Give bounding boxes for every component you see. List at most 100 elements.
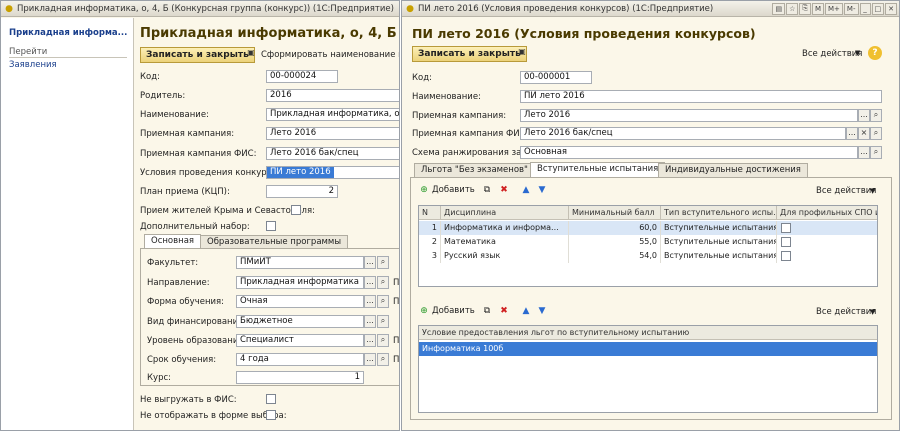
tab-main[interactable]: Основная — [144, 234, 202, 249]
close-button[interactable]: ✕ — [885, 2, 897, 15]
nav-header[interactable]: Прикладная информа... — [9, 28, 127, 38]
r-ranking-open-icon[interactable]: ⌕ — [870, 146, 882, 159]
r-campaign-fis-field[interactable]: Лето 2016 бак/спец — [520, 127, 846, 140]
grid1-all-actions-menu[interactable]: Все действия — [816, 186, 876, 196]
row-discipline: Информатика и информа... — [441, 221, 569, 235]
tab-no-exams[interactable]: Льгота "Без экзаменов" — [414, 163, 535, 177]
campaign-field[interactable]: Лето 2016 — [266, 127, 399, 140]
grid2-down-icon[interactable]: ▼ — [537, 306, 547, 316]
r-campaign-fis-clear-icon[interactable]: × — [858, 127, 870, 140]
grid1-col-discipline[interactable]: Дисциплина — [441, 206, 569, 220]
table-row[interactable]: 3 Русский язык 54,0 Вступительные испыта… — [419, 249, 877, 263]
level-select-button[interactable]: ... — [364, 334, 376, 347]
left-save-icon[interactable]: ▣ — [245, 48, 257, 61]
grid2-add-button[interactable]: ⊕ Добавить — [419, 306, 475, 316]
level-field[interactable]: Специалист — [236, 334, 364, 347]
grid1-down-icon[interactable]: ▼ — [537, 185, 547, 195]
right-save-close-button[interactable]: Записать и закрыть — [412, 46, 527, 62]
crimea-checkbox[interactable] — [291, 205, 301, 215]
r-campaign-field[interactable]: Лето 2016 — [520, 109, 858, 122]
duration-open-icon[interactable]: ⌕ — [377, 353, 389, 366]
right-save-icon[interactable]: ▣ — [516, 47, 528, 60]
faculty-select-button[interactable]: ... — [364, 256, 376, 269]
grid1-entrance-tests[interactable]: N Дисциплина Минимальный балл Тип вступи… — [418, 205, 878, 287]
study-form-select-button[interactable]: ... — [364, 295, 376, 308]
row-profile-checkbox[interactable] — [781, 237, 791, 247]
level-open-icon[interactable]: ⌕ — [377, 334, 389, 347]
study-form-open-icon[interactable]: ⌕ — [377, 295, 389, 308]
row-n: 3 — [419, 249, 441, 263]
r-campaign-fis-select-button[interactable]: ... — [846, 127, 858, 140]
table-row[interactable]: 2 Математика 55,0 Вступительные испытани… — [419, 235, 877, 249]
memory-minus-button[interactable]: M- — [843, 2, 859, 15]
list-item[interactable]: Информатика 100б — [419, 342, 877, 356]
left-titlebar[interactable]: ● Прикладная информатика, о, 4, Б (Конку… — [1, 1, 399, 17]
grid1-col-profile[interactable]: Для профильных СПО и ВО — [777, 206, 877, 220]
study-form-field[interactable]: Очная — [236, 295, 364, 308]
direction-select-button[interactable]: ... — [364, 276, 376, 289]
funding-open-icon[interactable]: ⌕ — [377, 315, 389, 328]
funding-field[interactable]: Бюджетное — [236, 315, 364, 328]
grid2-copy-icon[interactable]: ⧉ — [482, 306, 492, 316]
grid1-col-type[interactable]: Тип вступительного испы... — [661, 206, 777, 220]
r-ranking-field[interactable]: Основная — [520, 146, 858, 159]
r-code-field[interactable]: 00-000001 — [520, 71, 592, 84]
parent-field[interactable]: 2016 — [266, 89, 399, 102]
r-campaign-open-icon[interactable]: ⌕ — [870, 109, 882, 122]
window-icon-3[interactable]: ⎘ — [799, 2, 811, 15]
r-campaign-select-button[interactable]: ... — [858, 109, 870, 122]
form-name-link[interactable]: Сформировать наименование по ш — [261, 50, 399, 60]
tab-individual-achievements[interactable]: Индивидуальные достижения — [658, 163, 808, 177]
help-button[interactable]: ? — [868, 46, 882, 60]
course-field[interactable]: 1 — [236, 371, 364, 384]
grid2-all-actions-menu[interactable]: Все действия — [816, 307, 876, 317]
right-titlebar[interactable]: ● ПИ лето 2016 (Условия проведения конку… — [402, 1, 899, 17]
faculty-field[interactable]: ПМиИТ — [236, 256, 364, 269]
name-label: Наименование: — [140, 110, 209, 120]
tab-entrance-tests[interactable]: Вступительные испытания — [530, 162, 666, 177]
memory-plus-button[interactable]: M+ — [825, 2, 843, 15]
nav-item-applications[interactable]: Заявления — [9, 60, 57, 70]
grid1-col-n[interactable]: N — [419, 206, 441, 220]
maximize-button[interactable]: □ — [871, 2, 885, 15]
grid1-add-button[interactable]: ⊕ Добавить — [419, 185, 475, 195]
no-fis-checkbox[interactable] — [266, 394, 276, 404]
window-icon-1[interactable]: ▤ — [772, 2, 786, 15]
tab-programs[interactable]: Образовательные программы — [200, 235, 349, 249]
funding-select-button[interactable]: ... — [364, 315, 376, 328]
campaign-fis-field[interactable]: Лето 2016 бак/спец — [266, 147, 399, 160]
grid2-delete-icon[interactable]: ✖ — [499, 306, 509, 316]
left-save-close-button[interactable]: Записать и закрыть — [140, 47, 255, 63]
grid1-delete-icon[interactable]: ✖ — [499, 185, 509, 195]
memory-button[interactable]: M — [811, 2, 825, 15]
r-campaign-fis-open-icon[interactable]: ⌕ — [870, 127, 882, 140]
code-field[interactable]: 00-000024 — [266, 70, 338, 83]
faculty-open-icon[interactable]: ⌕ — [377, 256, 389, 269]
window-icon-2[interactable]: ☆ — [786, 2, 799, 15]
all-actions-chevron-icon: ▼ — [855, 49, 861, 57]
conditions-field[interactable]: ПИ лето 2016 — [266, 166, 399, 179]
row-profile-checkbox[interactable] — [781, 251, 791, 261]
grid2-col-condition[interactable]: Условие предоставления льгот по вступите… — [419, 326, 877, 340]
row-profile-checkbox[interactable] — [781, 223, 791, 233]
grid1-col-score[interactable]: Минимальный балл — [569, 206, 661, 220]
r-ranking-select-button[interactable]: ... — [858, 146, 870, 159]
duration-field[interactable]: 4 года — [236, 353, 364, 366]
r-name-field[interactable]: ПИ лето 2016 — [520, 90, 882, 103]
grid1-up-icon[interactable]: ▲ — [521, 185, 531, 195]
plan-field[interactable]: 2 — [266, 185, 338, 198]
nav-section: Перейти — [9, 47, 48, 57]
grid2-up-icon[interactable]: ▲ — [521, 306, 531, 316]
code-label: Код: — [140, 72, 160, 82]
direction-field[interactable]: Прикладная информатика — [236, 276, 364, 289]
direction-open-icon[interactable]: ⌕ — [377, 276, 389, 289]
extra-checkbox[interactable] — [266, 221, 276, 231]
all-actions-menu[interactable]: Все действия — [802, 49, 862, 59]
grid2-benefit-conditions[interactable]: Условие предоставления льгот по вступите… — [418, 325, 878, 413]
table-row[interactable]: 1 Информатика и информа... 60,0 Вступите… — [419, 221, 877, 235]
grid1-copy-icon[interactable]: ⧉ — [482, 185, 492, 195]
minimize-button[interactable]: _ — [859, 2, 871, 15]
name-field[interactable]: Прикладная информатика, о, 4, Б — [266, 108, 399, 121]
duration-select-button[interactable]: ... — [364, 353, 376, 366]
no-display-checkbox[interactable] — [266, 410, 276, 420]
